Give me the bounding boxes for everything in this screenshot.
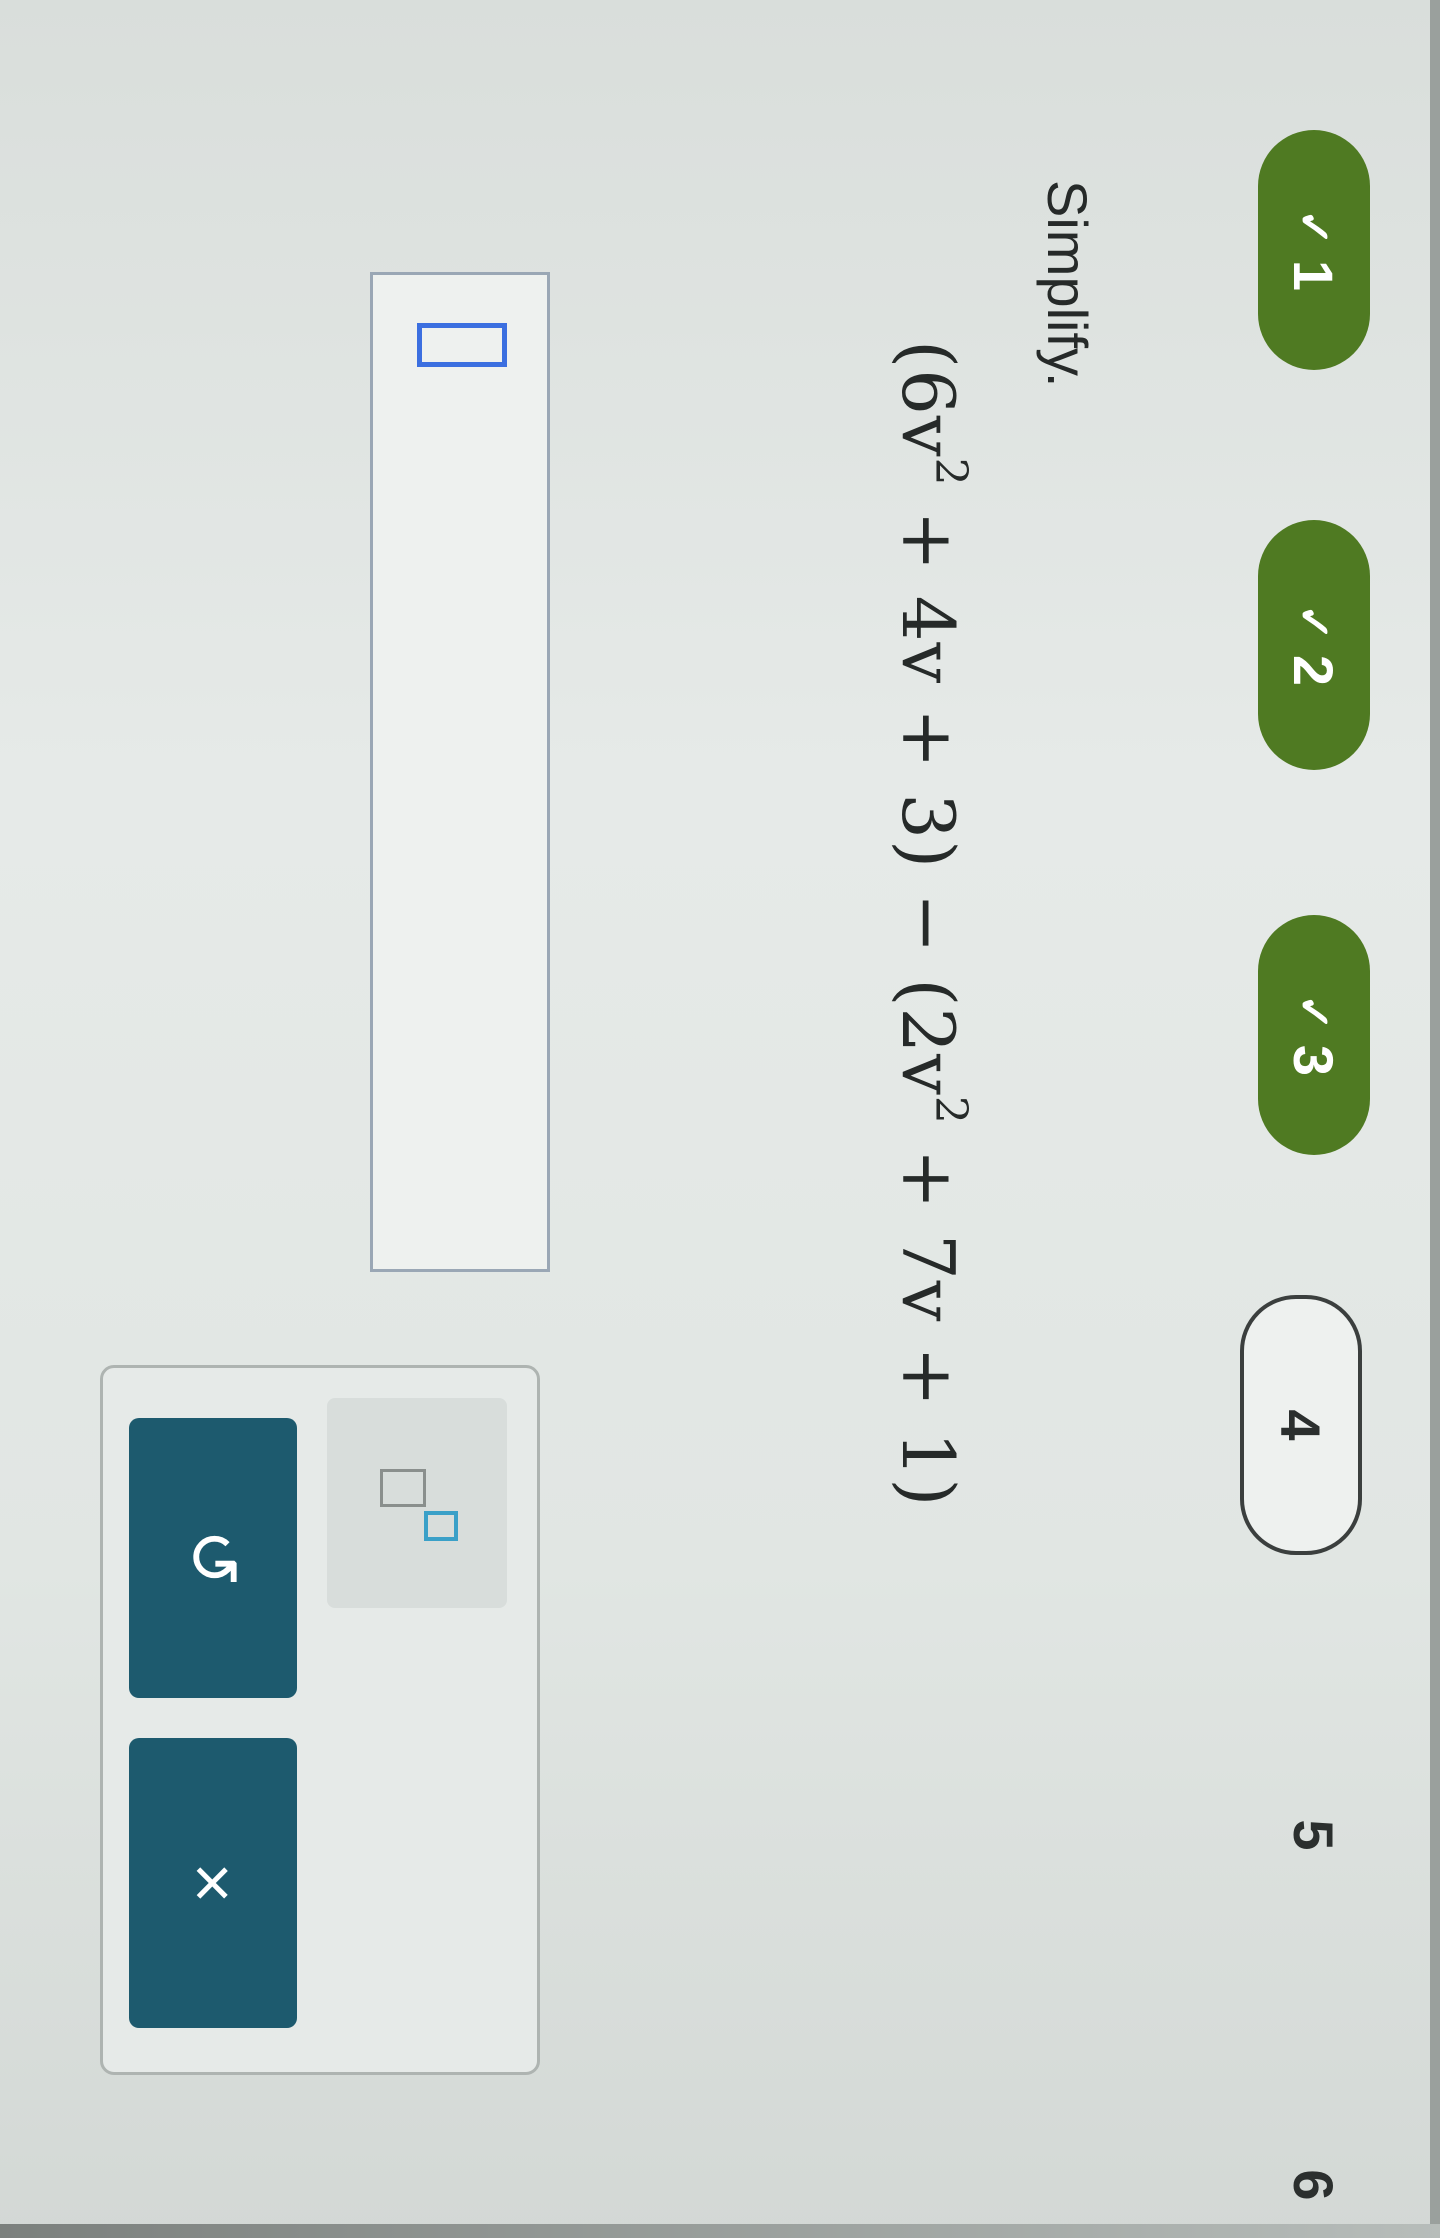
exponent-template-icon (380, 1469, 458, 1541)
check-icon: ✓ (1289, 993, 1339, 1031)
step-label: 2 (1282, 654, 1346, 687)
expr-exponent: 2 (925, 457, 976, 487)
step-label: 4 (1269, 1409, 1333, 1441)
screen-edge (0, 2224, 1440, 2238)
expr-part: (6v (886, 340, 970, 458)
step-2-pill[interactable]: ✓ 2 (1258, 520, 1370, 770)
step-label: 1 (1282, 259, 1346, 292)
step-label: 5 (1282, 1819, 1346, 1851)
step-label: 6 (1282, 2169, 1346, 2201)
step-6-pill[interactable]: 6 (1258, 2150, 1370, 2220)
exponent-power-box (424, 1511, 458, 1541)
expr-exponent: 2 (925, 1095, 976, 1125)
screen: ✓ 1 ✓ 2 ✓ 3 4 5 6 Simplify. (6v2 + 4v + … (0, 0, 1440, 2238)
progress-bar: ✓ 1 ✓ 2 ✓ 3 4 5 6 (1240, 0, 1440, 2238)
cursor-placeholder[interactable] (417, 323, 507, 367)
undo-button[interactable]: ↺ (129, 1418, 297, 1698)
step-5-pill[interactable]: 5 (1258, 1775, 1370, 1895)
close-icon: × (174, 1862, 252, 1904)
exponent-button[interactable] (327, 1398, 507, 1608)
expr-part: + 4v + 3) − (2v (886, 486, 970, 1096)
exponent-base-box (380, 1469, 426, 1507)
check-icon: ✓ (1289, 208, 1339, 246)
math-toolbar: ↺ × (100, 1365, 540, 2075)
answer-input[interactable] (370, 272, 550, 1272)
step-1-pill[interactable]: ✓ 1 (1258, 130, 1370, 370)
clear-button[interactable]: × (129, 1738, 297, 2028)
expr-part: + 7v + 1) (886, 1124, 970, 1508)
step-3-pill[interactable]: ✓ 3 (1258, 915, 1370, 1155)
step-4-pill[interactable]: 4 (1240, 1295, 1362, 1555)
step-label: 3 (1282, 1044, 1346, 1077)
check-icon: ✓ (1289, 603, 1339, 641)
undo-icon: ↺ (174, 1528, 252, 1588)
question-prompt: Simplify. (1036, 180, 1099, 388)
math-expression: (6v2 + 4v + 3) − (2v2 + 7v + 1) (886, 340, 976, 1508)
